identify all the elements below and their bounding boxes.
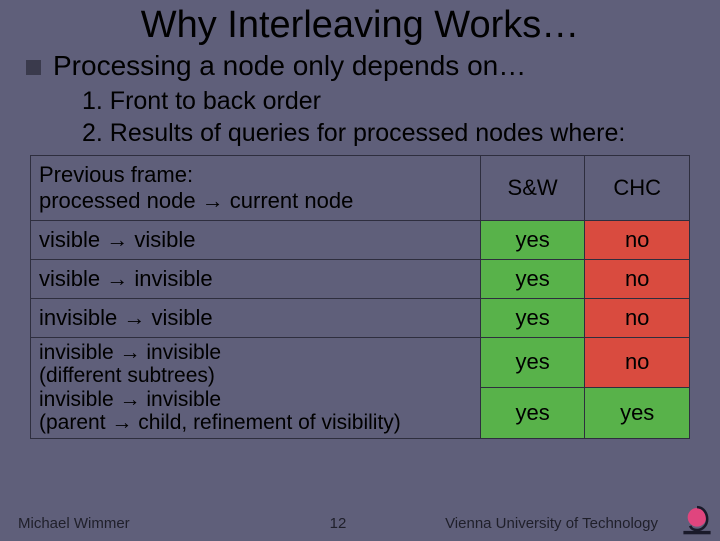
cell-line: invisible → invisible: [39, 341, 221, 364]
cell-chc: no: [585, 259, 690, 298]
header-sw: S&W: [480, 155, 585, 220]
footer-author: Michael Wimmer: [18, 515, 298, 532]
cell-sw: yes: [480, 259, 585, 298]
cell-case: visible → invisible: [31, 259, 481, 298]
cell-line: invisible → invisible: [39, 388, 221, 411]
comparison-table: Previous frame: processed node → current…: [30, 155, 690, 439]
list-item-2: 2. Results of queries for processed node…: [82, 117, 720, 149]
header-text: Previous frame: processed node → current…: [39, 162, 472, 214]
footer-affiliation: Vienna University of Technology: [378, 515, 702, 532]
footer-page-number: 12: [298, 515, 378, 532]
cell-chc: yes: [585, 388, 690, 439]
cell-line: (parent → child, refinement of visibilit…: [39, 411, 401, 434]
list-item-1: 1. Front to back order: [82, 85, 720, 117]
cell-chc: no: [585, 220, 690, 259]
bullet-item: Processing a node only depends on…: [0, 49, 720, 83]
logo-icon: [680, 502, 714, 536]
table-row: invisible → invisible (different subtree…: [31, 337, 690, 388]
cell-case: invisible → visible: [31, 298, 481, 337]
table-row: visible → visible yes no: [31, 220, 690, 259]
header-chc: CHC: [585, 155, 690, 220]
slide-title: Why Interleaving Works…: [0, 0, 720, 49]
cell-case-combined: invisible → invisible (different subtree…: [31, 337, 481, 438]
slide: Why Interleaving Works… Processing a nod…: [0, 0, 720, 540]
table-row: invisible → visible yes no: [31, 298, 690, 337]
bullet-square-icon: [26, 60, 41, 75]
cell-sw: yes: [480, 337, 585, 388]
table-header-row: Previous frame: processed node → current…: [31, 155, 690, 220]
header-prev-frame: Previous frame: processed node → current…: [31, 155, 481, 220]
cell-line: (different subtrees): [39, 364, 215, 387]
table-row: visible → invisible yes no: [31, 259, 690, 298]
bullet-text: Processing a node only depends on…: [53, 49, 526, 83]
cell-case: visible → visible: [31, 220, 481, 259]
cell-chc: no: [585, 298, 690, 337]
cell-sw: yes: [480, 388, 585, 439]
numbered-list: 1. Front to back order 2. Results of que…: [0, 83, 720, 153]
cell-sw: yes: [480, 298, 585, 337]
footer: Michael Wimmer 12 Vienna University of T…: [0, 515, 720, 532]
cell-chc: no: [585, 337, 690, 388]
cell-sw: yes: [480, 220, 585, 259]
